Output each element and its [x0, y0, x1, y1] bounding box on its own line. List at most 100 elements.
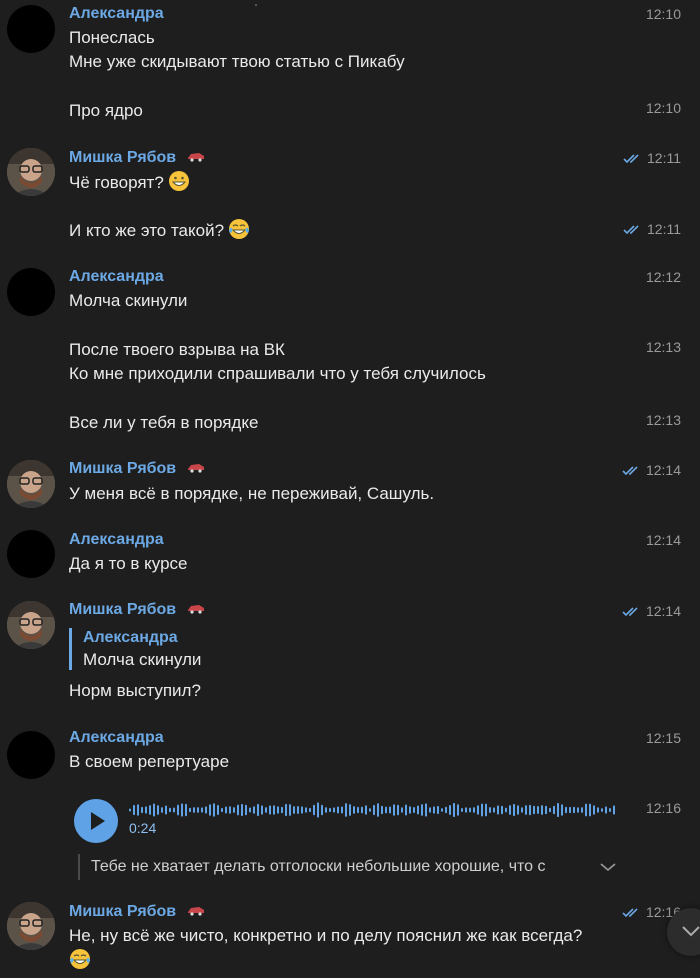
- avatar-aleksandra[interactable]: [7, 530, 55, 578]
- waveform-bar: [373, 804, 375, 816]
- avatar-misha[interactable]: [7, 148, 55, 196]
- waveform-bar: [541, 805, 543, 815]
- waveform-bar: [133, 804, 135, 816]
- waveform-bar: [573, 806, 575, 814]
- sender-name[interactable]: Александра: [69, 728, 164, 748]
- waveform-bar: [569, 806, 571, 814]
- waveform-bar: [281, 806, 283, 814]
- message-time: 12:16: [645, 800, 681, 816]
- waveform-bar: [189, 807, 191, 813]
- message-text: Норм выступил?: [69, 681, 201, 700]
- waveform-bar: [277, 806, 279, 814]
- waveform-bar: [425, 803, 427, 817]
- avatar-misha[interactable]: [7, 601, 55, 649]
- waveform-bar: [369, 808, 371, 812]
- waveform-bar: [137, 804, 139, 816]
- waveform-bar: [273, 805, 275, 815]
- tears-of-joy-emoji-icon: [228, 218, 250, 247]
- message-time: 12:15: [645, 730, 681, 746]
- double-check-icon: [622, 461, 642, 481]
- waveform-bar: [169, 807, 171, 813]
- waveform-bar: [305, 807, 307, 813]
- message-text: После твоего взрыва на ВК: [69, 340, 285, 359]
- chat-history: Александра 12:10 Понеслась Мне уже скиды…: [0, 0, 700, 978]
- waveform-bar: [437, 805, 439, 815]
- waveform-bar: [377, 803, 379, 817]
- waveform-bar: [473, 807, 475, 813]
- avatar-misha[interactable]: [7, 460, 55, 508]
- message-text: У меня всё в порядке, не переживай, Сашу…: [69, 484, 435, 503]
- chevron-down-icon[interactable]: [598, 858, 618, 876]
- waveform-bar: [201, 807, 203, 813]
- waveform-bar: [269, 805, 271, 815]
- waveform-bar: [389, 806, 391, 814]
- waveform-bar: [261, 805, 263, 815]
- avatar-photo: [7, 902, 55, 950]
- reply-quote[interactable]: Александра Молча скинули: [69, 628, 201, 670]
- voice-play-button[interactable]: [74, 799, 118, 843]
- waveform-bar: [337, 806, 339, 814]
- voice-duration: 0:24: [129, 820, 157, 836]
- waveform-bar: [509, 805, 511, 815]
- waveform-bar: [501, 805, 503, 815]
- waveform-bar: [481, 803, 483, 817]
- waveform-bar: [537, 805, 539, 815]
- sender-name[interactable]: Александра: [69, 267, 164, 287]
- waveform-bar: [477, 805, 479, 815]
- waveform-bar: [545, 805, 547, 815]
- message-time: 12:10: [645, 6, 681, 22]
- waveform-bar: [593, 805, 595, 815]
- avatar-aleksandra[interactable]: [7, 5, 55, 53]
- waveform-bar: [257, 803, 259, 817]
- sender-name[interactable]: Мишка Рябов: [69, 148, 205, 168]
- waveform-bar: [249, 807, 251, 813]
- waveform-bar: [533, 805, 535, 815]
- waveform-bar: [297, 805, 299, 815]
- time-label: 12:14: [645, 603, 681, 619]
- waveform-bar: [589, 803, 591, 817]
- waveform-bar: [461, 808, 463, 812]
- waveform-bar: [129, 808, 131, 812]
- waveform-bar: [241, 803, 243, 817]
- waveform-bar: [253, 806, 255, 814]
- sender-name[interactable]: Александра: [69, 530, 164, 550]
- waveform-bar: [497, 805, 499, 815]
- voice-waveform[interactable]: [129, 800, 619, 820]
- message-time: 12:12: [645, 269, 681, 285]
- waveform-bar: [205, 806, 207, 814]
- time-label: 12:11: [647, 150, 681, 166]
- reply-sender: Александра: [83, 629, 178, 646]
- waveform-bar: [405, 804, 407, 816]
- sender-name[interactable]: Мишка Рябов: [69, 902, 205, 922]
- waveform-bar: [493, 807, 495, 813]
- sender-name[interactable]: Мишка Рябов: [69, 459, 205, 479]
- message-text: Понеслась: [69, 28, 155, 47]
- waveform-bar: [517, 805, 519, 815]
- sender-name[interactable]: Александра: [69, 4, 164, 24]
- waveform-bar: [605, 806, 607, 814]
- waveform-bar: [521, 807, 523, 813]
- avatar-aleksandra[interactable]: [7, 731, 55, 779]
- message-time: 12:11: [623, 219, 681, 239]
- waveform-bar: [157, 805, 159, 815]
- message-time: 12:13: [645, 339, 681, 355]
- waveform-bar: [213, 803, 215, 817]
- waveform-bar: [433, 806, 435, 814]
- waveform-bar: [449, 804, 451, 816]
- waveform-bar: [505, 807, 507, 813]
- waveform-bar: [141, 806, 143, 814]
- message-time: 12:13: [645, 412, 681, 428]
- waveform-bar: [381, 805, 383, 815]
- avatar-misha[interactable]: [7, 902, 55, 950]
- waveform-bar: [301, 806, 303, 814]
- avatar-aleksandra[interactable]: [7, 268, 55, 316]
- waveform-bar: [197, 807, 199, 813]
- waveform-bar: [289, 804, 291, 816]
- waveform-bar: [581, 807, 583, 813]
- waveform-bar: [349, 804, 351, 816]
- waveform-bar: [597, 807, 599, 813]
- waveform-bar: [285, 803, 287, 817]
- waveform-bar: [613, 805, 615, 815]
- waveform-bar: [161, 807, 163, 813]
- sender-name[interactable]: Мишка Рябов: [69, 600, 205, 620]
